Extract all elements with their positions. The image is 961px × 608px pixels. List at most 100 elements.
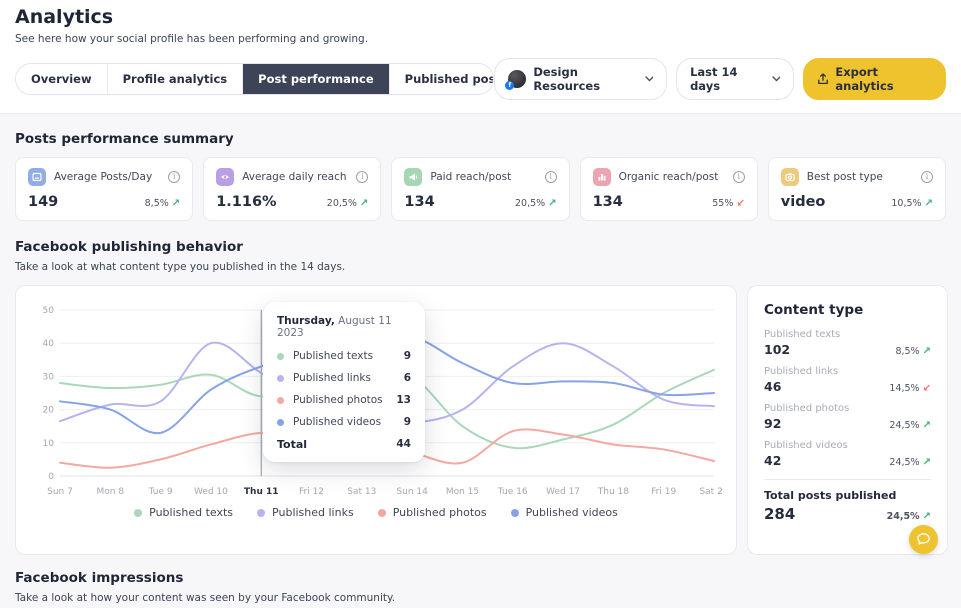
trend-arrow-icon: ↗ bbox=[925, 198, 933, 209]
legend-published-videos[interactable]: Published videos bbox=[511, 506, 618, 519]
tooltip-row: Published texts9 bbox=[277, 350, 411, 362]
account-avatar: f bbox=[508, 70, 526, 88]
trend-arrow-icon: ↙ bbox=[736, 198, 744, 209]
toolbar: Overview Profile analytics Post performa… bbox=[15, 58, 946, 113]
summary-heading: Posts performance summary bbox=[15, 131, 946, 147]
svg-text:Sat 13: Sat 13 bbox=[347, 487, 376, 497]
card-change: 20,5% ↗ bbox=[327, 198, 369, 209]
export-analytics-button[interactable]: Export analytics bbox=[803, 58, 946, 100]
chart-legend: Published texts Published links Publishe… bbox=[30, 506, 722, 519]
svg-text:50: 50 bbox=[43, 306, 55, 316]
series-dot-icon bbox=[257, 509, 265, 517]
content-type-row: Published links 4614,5% ↙ bbox=[764, 366, 931, 394]
camera-icon bbox=[781, 168, 799, 186]
svg-text:Wed 17: Wed 17 bbox=[546, 487, 580, 497]
info-icon[interactable] bbox=[356, 171, 368, 183]
account-dropdown[interactable]: f Design Resources bbox=[494, 58, 667, 100]
card-label: Average daily reach bbox=[242, 171, 348, 183]
card-change: 8,5% ↗ bbox=[145, 198, 181, 209]
trend-arrow-icon: ↗ bbox=[923, 420, 931, 431]
page-subtitle: See here how your social profile has bee… bbox=[15, 33, 946, 45]
series-dot-icon bbox=[277, 397, 284, 404]
card-average-daily-reach: Average daily reach 1.116% 20,5% ↗ bbox=[203, 157, 381, 221]
chevron-down-icon bbox=[772, 76, 780, 82]
bars-icon bbox=[593, 168, 611, 186]
svg-text:40: 40 bbox=[43, 339, 55, 349]
tooltip-row: Published photos13 bbox=[277, 394, 411, 406]
trend-arrow-icon: ↗ bbox=[172, 198, 180, 209]
behavior-section: 01020304050Sun 7Mon 8Tue 9Wed 10Thu 11Fr… bbox=[15, 285, 946, 555]
series-dot-icon bbox=[378, 509, 386, 517]
card-organic-reach-post: Organic reach/post 134 55% ↙ bbox=[580, 157, 758, 221]
card-value: 134 bbox=[593, 194, 623, 210]
date-range-label: Last 14 days bbox=[690, 65, 765, 93]
card-average-posts-day: Average Posts/Day 149 8,5% ↗ bbox=[15, 157, 193, 221]
legend-published-photos[interactable]: Published photos bbox=[378, 506, 487, 519]
tooltip-title: Thursday, August 11 2023 bbox=[277, 315, 411, 339]
tooltip-row: Published videos9 bbox=[277, 416, 411, 428]
trend-arrow-icon: ↗ bbox=[923, 511, 931, 522]
info-icon[interactable] bbox=[545, 171, 557, 183]
svg-text:Fri 19: Fri 19 bbox=[651, 487, 676, 497]
card-value: 149 bbox=[28, 194, 58, 210]
svg-text:Mon 8: Mon 8 bbox=[97, 487, 125, 497]
svg-text:Tue 9: Tue 9 bbox=[148, 487, 173, 497]
card-label: Best post type bbox=[807, 171, 913, 183]
tab-profile-analytics[interactable]: Profile analytics bbox=[108, 64, 244, 94]
divider bbox=[764, 479, 931, 480]
export-analytics-label: Export analytics bbox=[835, 65, 932, 93]
tab-overview[interactable]: Overview bbox=[16, 64, 108, 94]
export-icon bbox=[817, 73, 828, 85]
tab-published-posts[interactable]: Published posts bbox=[390, 64, 495, 94]
chat-fab-button[interactable] bbox=[909, 525, 938, 554]
legend-published-texts[interactable]: Published texts bbox=[134, 506, 233, 519]
svg-text:Sun 14: Sun 14 bbox=[396, 487, 428, 497]
card-change: 10,5% ↗ bbox=[891, 198, 933, 209]
publishing-behavior-chart-panel: 01020304050Sun 7Mon 8Tue 9Wed 10Thu 11Fr… bbox=[15, 285, 737, 555]
content-type-row: Published texts 1028,5% ↗ bbox=[764, 329, 931, 357]
card-value: 1.116% bbox=[216, 194, 276, 210]
date-range-dropdown[interactable]: Last 14 days bbox=[676, 58, 794, 100]
card-label: Average Posts/Day bbox=[54, 171, 160, 183]
legend-published-links[interactable]: Published links bbox=[257, 506, 354, 519]
info-icon[interactable] bbox=[921, 171, 933, 183]
tooltip-row: Published links6 bbox=[277, 372, 411, 384]
behavior-heading: Facebook publishing behavior bbox=[15, 239, 946, 255]
account-dropdown-label: Design Resources bbox=[533, 65, 638, 93]
card-paid-reach-post: Paid reach/post 134 20,5% ↗ bbox=[391, 157, 569, 221]
svg-text:Mon 15: Mon 15 bbox=[446, 487, 479, 497]
behavior-subtitle: Take a look at what content type you pub… bbox=[15, 261, 946, 273]
info-icon[interactable] bbox=[733, 171, 745, 183]
trend-arrow-icon: ↗ bbox=[548, 198, 556, 209]
posts-icon bbox=[28, 168, 46, 186]
svg-text:0: 0 bbox=[48, 472, 54, 482]
content-type-panel: Content type Published texts 1028,5% ↗ P… bbox=[747, 285, 948, 555]
svg-text:Tue 16: Tue 16 bbox=[497, 487, 528, 497]
main-content: Posts performance summary Average Posts/… bbox=[0, 114, 961, 608]
impressions-subtitle: Take a look at how your content was seen… bbox=[15, 592, 946, 604]
chat-bubble-icon bbox=[916, 532, 931, 547]
svg-text:Fri 12: Fri 12 bbox=[299, 487, 324, 497]
svg-text:Wed 10: Wed 10 bbox=[194, 487, 228, 497]
info-icon[interactable] bbox=[168, 171, 180, 183]
summary-cards: Average Posts/Day 149 8,5% ↗ Average dai… bbox=[15, 157, 946, 221]
svg-text:Sat 20: Sat 20 bbox=[699, 487, 722, 497]
tab-post-performance[interactable]: Post performance bbox=[243, 64, 390, 94]
svg-text:Thu 18: Thu 18 bbox=[597, 487, 629, 497]
trend-arrow-icon: ↗ bbox=[923, 346, 931, 357]
content-type-row: Published videos 4224,5% ↗ bbox=[764, 440, 931, 468]
page-header: Analytics See here how your social profi… bbox=[0, 0, 961, 114]
svg-text:10: 10 bbox=[43, 439, 55, 449]
series-dot-icon bbox=[277, 353, 284, 360]
card-change: 55% ↙ bbox=[712, 198, 745, 209]
content-type-row: Published photos 9224,5% ↗ bbox=[764, 403, 931, 431]
series-dot-icon bbox=[277, 419, 284, 426]
content-type-total-row: Total posts published 28424,5% ↗ bbox=[764, 489, 931, 523]
card-label: Organic reach/post bbox=[619, 171, 725, 183]
svg-text:20: 20 bbox=[43, 406, 55, 416]
card-label: Paid reach/post bbox=[430, 171, 536, 183]
page-title: Analytics bbox=[15, 6, 946, 28]
card-best-post-type: Best post type video 10,5% ↗ bbox=[768, 157, 946, 221]
series-dot-icon bbox=[511, 509, 519, 517]
svg-text:Thu 11: Thu 11 bbox=[244, 487, 279, 497]
